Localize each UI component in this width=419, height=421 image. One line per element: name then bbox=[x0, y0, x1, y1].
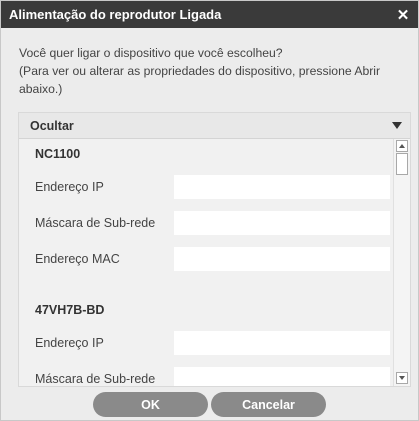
device-panel: Ocultar NC1100 Endereço IP Máscara de Su… bbox=[18, 112, 411, 387]
hide-toggle-label: Ocultar bbox=[30, 118, 74, 133]
device-separator bbox=[19, 277, 393, 295]
scroll-down-icon[interactable] bbox=[396, 372, 408, 384]
ok-button[interactable]: OK bbox=[93, 392, 208, 417]
field-row-mac: Endereço MAC bbox=[19, 241, 393, 277]
dialog-titlebar: Alimentação do reprodutor Ligada ✕ bbox=[1, 1, 418, 28]
field-row-subnet: Máscara de Sub-rede bbox=[19, 205, 393, 241]
close-icon[interactable]: ✕ bbox=[394, 6, 412, 24]
cancel-button[interactable]: Cancelar bbox=[211, 392, 326, 417]
power-on-dialog: Alimentação do reprodutor Ligada ✕ Você … bbox=[0, 0, 419, 421]
subnet-mask-label: Máscara de Sub-rede bbox=[35, 372, 156, 386]
ip-address-label: Endereço IP bbox=[35, 336, 104, 350]
field-row-ip: Endereço IP bbox=[19, 169, 393, 205]
field-row-ip: Endereço IP bbox=[19, 325, 393, 361]
subnet-mask-label: Máscara de Sub-rede bbox=[35, 216, 156, 230]
dialog-message: Você quer ligar o dispositivo que você e… bbox=[1, 28, 418, 108]
mac-address-label: Endereço MAC bbox=[35, 252, 120, 266]
message-line-2: (Para ver ou alterar as propriedades do … bbox=[19, 64, 381, 96]
dialog-title: Alimentação do reprodutor Ligada bbox=[9, 7, 222, 22]
mac-address-field[interactable] bbox=[174, 247, 390, 271]
subnet-mask-field[interactable] bbox=[174, 367, 390, 386]
dialog-buttons: OK Cancelar bbox=[1, 392, 418, 418]
vertical-scrollbar[interactable] bbox=[393, 139, 410, 386]
device-name: NC1100 bbox=[35, 147, 81, 161]
device-list[interactable]: NC1100 Endereço IP Máscara de Sub-rede E… bbox=[19, 139, 410, 386]
subnet-mask-field[interactable] bbox=[174, 211, 390, 235]
scroll-thumb[interactable] bbox=[396, 153, 408, 175]
ip-address-field[interactable] bbox=[174, 331, 390, 355]
message-line-1: Você quer ligar o dispositivo que você e… bbox=[19, 46, 283, 60]
device-list-content: NC1100 Endereço IP Máscara de Sub-rede E… bbox=[19, 139, 393, 386]
scroll-up-icon[interactable] bbox=[396, 140, 408, 152]
ip-address-label: Endereço IP bbox=[35, 180, 104, 194]
hide-toggle[interactable]: Ocultar bbox=[19, 113, 410, 139]
device-name: 47VH7B-BD bbox=[35, 303, 105, 317]
chevron-down-icon bbox=[392, 122, 402, 129]
ip-address-field[interactable] bbox=[174, 175, 390, 199]
field-row-subnet: Máscara de Sub-rede bbox=[19, 361, 393, 386]
